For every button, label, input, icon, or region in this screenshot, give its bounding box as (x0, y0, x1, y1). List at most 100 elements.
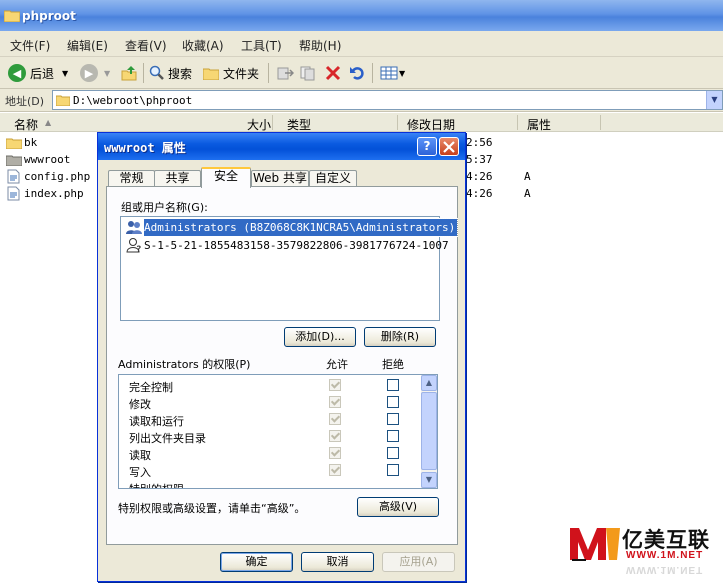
folder-shared-icon (6, 155, 22, 166)
column-header: 名称 ▲ 大小 类型 修改日期 属性 (0, 113, 723, 132)
file-modified: 5:37 (466, 153, 493, 166)
menu-tools[interactable]: 工具(T) (241, 37, 282, 54)
group-or-user-label: 组或用户名称(G): (121, 201, 208, 214)
remove-user-button[interactable]: 删除(R) (364, 327, 436, 347)
advanced-button[interactable]: 高级(V) (357, 497, 439, 517)
toolbar: ◀ 后退 ▼ ▶ ▼ 搜索 文件夹 ▼ (0, 57, 723, 89)
file-attributes: A (524, 187, 531, 200)
allow-checkbox (329, 430, 341, 442)
move-to-button[interactable] (276, 63, 294, 83)
permission-name: 完全控制 (129, 381, 173, 394)
deny-checkbox[interactable] (387, 464, 399, 476)
permission-name: 写入 (129, 466, 151, 479)
views-button[interactable]: ▼ (380, 63, 405, 83)
close-icon (443, 141, 455, 153)
allow-checkbox (329, 413, 341, 425)
forward-button[interactable]: ▶ ▼ (80, 63, 110, 83)
copy-to-button[interactable] (300, 63, 318, 83)
address-label: 地址(D) (5, 95, 45, 108)
permission-row: 修改 (129, 394, 429, 411)
file-name: index.php (24, 187, 84, 200)
scroll-thumb[interactable] (421, 392, 437, 470)
menu-edit[interactable]: 编辑(E) (67, 37, 108, 54)
menu-help[interactable]: 帮助(H) (299, 37, 341, 54)
address-dropdown-icon[interactable]: ▼ (706, 91, 722, 109)
cancel-button[interactable]: 取消 (301, 552, 374, 572)
scroll-up-icon[interactable]: ▲ (421, 375, 437, 391)
ok-button[interactable]: 确定 (220, 552, 293, 572)
list-item[interactable]: ? S-1-5-21-1855483158-3579822806-3981776… (124, 237, 449, 254)
security-panel: 组或用户名称(G): Administrators (B8Z068C8K1NCR… (106, 186, 459, 545)
column-modified[interactable]: 修改日期 (407, 116, 455, 133)
deny-checkbox[interactable] (387, 430, 399, 442)
permission-name: 特别的权限 (129, 481, 184, 488)
up-folder-button[interactable] (120, 63, 138, 83)
file-name: config.php (24, 170, 91, 183)
undo-icon (350, 67, 364, 80)
up-folder-icon (121, 66, 137, 81)
scroll-down-icon[interactable]: ▼ (421, 472, 437, 488)
window-titlebar[interactable]: phproot (0, 0, 723, 31)
chevron-down-icon: ▼ (399, 68, 406, 78)
allow-checkbox (329, 447, 341, 459)
user-name: S-1-5-21-1855483158-3579822806-398177672… (144, 239, 449, 252)
folder-icon (56, 95, 70, 106)
unknown-user-icon: ? (126, 238, 141, 253)
column-attributes[interactable]: 属性 (527, 116, 551, 133)
file-name: bk (24, 136, 38, 149)
dialog-titlebar[interactable]: wwwroot 属性 ? (98, 133, 465, 160)
column-type[interactable]: 类型 (287, 116, 311, 133)
user-list[interactable]: Administrators (B8Z068C8K1NCRA5\Administ… (120, 216, 459, 321)
help-button[interactable]: ? (417, 137, 437, 156)
allow-header: 允许 (326, 358, 348, 371)
menu-view[interactable]: 查看(V) (125, 37, 167, 54)
permission-row: 完全控制 (129, 377, 429, 394)
address-path: D:\webroot\phproot (73, 94, 193, 107)
watermark-url-reflection: WWW.1M.NET (626, 564, 704, 575)
tab-security[interactable]: 安全 (201, 167, 251, 188)
folders-label: 文件夹 (223, 66, 260, 81)
permission-name: 列出文件夹目录 (129, 432, 206, 445)
permissions-header: Administrators 的权限(P) (118, 358, 251, 371)
permission-scrollbar[interactable]: ▲ ▼ (421, 375, 437, 488)
address-bar: 地址(D) D:\webroot\phproot ▼ (0, 89, 723, 112)
tab-general[interactable]: 常规 (108, 170, 155, 187)
dialog-title: wwwroot 属性 (104, 141, 186, 155)
menu-favorites[interactable]: 收藏(A) (182, 37, 224, 54)
back-button[interactable]: ◀ 后退 ▼ (8, 63, 68, 83)
tab-sharing[interactable]: 共享 (154, 170, 201, 187)
permission-row: 列出文件夹目录 (129, 428, 429, 445)
svg-text:?: ? (136, 245, 141, 253)
undo-button[interactable] (349, 63, 365, 83)
folders-button[interactable]: 文件夹 (203, 63, 259, 83)
column-size[interactable]: 大小 (247, 116, 271, 133)
sort-arrow-icon: ▲ (45, 118, 52, 127)
file-icon (7, 169, 20, 184)
allow-checkbox (329, 396, 341, 408)
search-button[interactable]: 搜索 (149, 63, 192, 83)
folders-icon (203, 68, 219, 80)
permission-row: 写入 (129, 462, 429, 479)
address-input[interactable]: D:\webroot\phproot ▼ (52, 90, 723, 110)
apply-button[interactable]: 应用(A) (382, 552, 455, 572)
tab-custom[interactable]: 自定义 (309, 170, 357, 187)
properties-dialog: wwwroot 属性 ? 常规 共享 安全 Web 共享 自定义 组或用户名称(… (97, 132, 466, 582)
list-item[interactable]: Administrators (B8Z068C8K1NCRA5\Administ… (124, 218, 459, 237)
file-attributes: A (524, 170, 531, 183)
tab-web-sharing[interactable]: Web 共享 (251, 170, 309, 187)
delete-x-icon (325, 65, 341, 81)
user-name: Administrators (B8Z068C8K1NCRA5\Administ… (142, 218, 459, 237)
file-icon (7, 186, 20, 201)
deny-checkbox[interactable] (387, 396, 399, 408)
deny-checkbox[interactable] (387, 413, 399, 425)
delete-button[interactable] (325, 63, 341, 83)
menu-file[interactable]: 文件(F) (10, 37, 50, 54)
chevron-down-icon: ▼ (62, 68, 69, 78)
close-button[interactable] (439, 137, 459, 156)
deny-checkbox[interactable] (387, 447, 399, 459)
special-permissions-note: 特别权限或高级设置，请单击“高级”。 (118, 502, 306, 515)
column-name[interactable]: 名称 (14, 116, 38, 133)
deny-checkbox[interactable] (387, 379, 399, 391)
allow-checkbox (329, 379, 341, 391)
add-user-button[interactable]: 添加(D)... (284, 327, 356, 347)
